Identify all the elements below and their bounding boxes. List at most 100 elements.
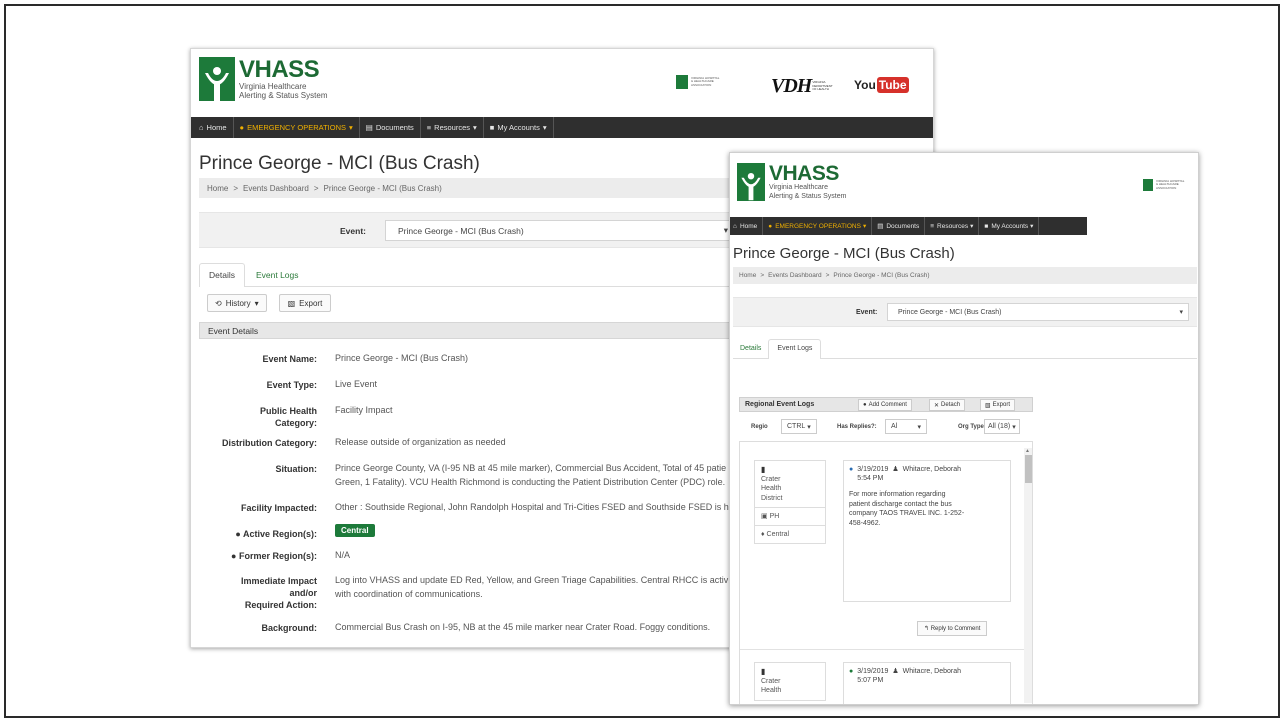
background-value: Commercial Bus Crash on I-95, NB at the … <box>335 622 711 632</box>
comment-author: Whitacre, Deborah <box>902 466 962 473</box>
nav-home[interactable]: ⌂ Home <box>730 217 764 235</box>
public-health-value: Facility Impact <box>335 405 393 415</box>
ph-icon: ▣ <box>761 512 768 520</box>
vdh-line-3: OF HEALTH <box>812 87 829 92</box>
user-icon: ♟ <box>892 466 899 473</box>
vhha-logo[interactable]: VIRGINIA HOSPITAL & HEALTHCARE ASSOCIATI… <box>676 75 733 89</box>
impact-line-2: with coordination of communications. <box>335 588 483 599</box>
nav-resources-label: Resources <box>434 123 471 132</box>
replies-filter-value: Al <box>891 423 898 430</box>
event-name-label: Event Name: <box>262 354 317 364</box>
event-type-label: Event Type: <box>266 380 317 390</box>
vhha-logo-icon <box>1143 179 1153 191</box>
regional-event-logs-title: Regional Event Logs <box>745 401 815 408</box>
nav-documents[interactable]: ▤ Documents <box>872 217 926 235</box>
vhass-logo-icon <box>199 57 235 101</box>
breadcrumb-home[interactable]: Home <box>207 184 228 193</box>
org-region-section: ♦ Central <box>755 526 825 543</box>
help-icon[interactable]: ● <box>231 551 236 561</box>
tab-event-logs[interactable]: Event Logs <box>768 339 822 359</box>
chevron-down-icon: ▾ <box>807 423 811 431</box>
nav-emergency-operations[interactable]: ● EMERGENCY OPERATIONS ▾ <box>234 117 360 138</box>
chevron-down-icon: ▾ <box>473 123 477 132</box>
main-navbar-2: ⌂ Home ● EMERGENCY OPERATIONS ▾ ▤ Docume… <box>730 217 1087 235</box>
org-name-line-3: District <box>761 494 783 502</box>
nav-home[interactable]: ⌂ Home <box>195 117 234 138</box>
public-health-label: Public Health Category: <box>191 405 317 429</box>
orgtype-filter-select[interactable]: All (18) ▾ <box>984 419 1020 434</box>
breadcrumb-events-dashboard[interactable]: Events Dashboard <box>768 272 821 279</box>
map-marker-icon: ♦ <box>761 530 765 538</box>
resources-icon: ≡ <box>426 123 432 132</box>
add-comment-button[interactable]: ● Add Comment <box>858 399 912 411</box>
comment-meta: ● 3/19/2019 5:07 PM ♟ Whitacre, Deborah <box>844 663 1010 686</box>
comment-line-2: patient discharge contact the bus <box>849 500 952 508</box>
former-region-label-text: Former Region(s): <box>238 551 317 561</box>
logs-scrollbar-thumb[interactable] <box>1025 455 1032 483</box>
history-button[interactable]: ⟲ History ▾ <box>207 294 267 312</box>
logs-export-button[interactable]: ▧ Export <box>980 399 1016 411</box>
breadcrumb-separator: > <box>760 272 765 279</box>
event-select[interactable]: Prince George - MCI (Bus Crash) ▾ <box>385 220 735 241</box>
building-icon: ▮ <box>761 667 766 676</box>
tab-event-logs[interactable]: Event Logs <box>245 263 310 286</box>
nav-my-accounts[interactable]: ■ My Accounts ▾ <box>484 117 554 138</box>
event-select-2[interactable]: Prince George - MCI (Bus Crash) ▾ <box>887 303 1189 321</box>
nav-emergency-operations[interactable]: ● EMERGENCY OPERATIONS ▾ <box>763 217 873 235</box>
tab-details[interactable]: Details <box>199 263 245 287</box>
event-type-value: Live Event <box>335 379 378 389</box>
chevron-down-icon: ▾ <box>862 223 867 230</box>
scroll-up-icon[interactable]: ▲ <box>1025 448 1030 454</box>
export-button[interactable]: ▧ Export <box>278 294 332 312</box>
reply-to-comment-button[interactable]: ↰ Reply to Comment <box>917 621 988 636</box>
region-filter-label: Regio <box>751 424 768 430</box>
export-button-label: Export <box>299 298 323 308</box>
building-icon: ▮ <box>761 465 766 474</box>
site-header: VHASS Virginia Healthcare Alerting & Sta… <box>191 49 933 117</box>
chevron-down-icon: ▾ <box>723 225 728 235</box>
former-region-label: ● Former Region(s): <box>191 550 317 562</box>
nav-documents[interactable]: ▤ Documents <box>360 117 421 138</box>
reply-icon: ↰ <box>924 626 930 632</box>
chevron-down-icon: ▾ <box>348 123 353 132</box>
breadcrumb-events-dashboard[interactable]: Events Dashboard <box>243 184 309 193</box>
immediate-impact-label: Immediate Impact and/or Required Action: <box>191 575 317 611</box>
logs-list[interactable]: ▮ Crater Health District ▣ PH ♦ Central … <box>739 441 1033 704</box>
logs-scrollbar[interactable]: ▲ <box>1024 448 1032 703</box>
comment-date: 3/19/2019 <box>857 466 889 473</box>
youtube-logo[interactable]: You Tube <box>854 77 909 93</box>
active-region-label: ● Active Region(s): <box>191 528 317 540</box>
nav-my-accounts[interactable]: ■ My Accounts ▾ <box>979 217 1040 235</box>
youtube-tube: Tube <box>876 77 909 93</box>
nav-resources[interactable]: ≡ Resources ▾ <box>925 217 980 235</box>
nav-documents-label: Documents <box>375 123 414 132</box>
nav-resources[interactable]: ≡ Resources ▾ <box>421 117 484 138</box>
comment-body: For more information regarding patient d… <box>844 484 1010 535</box>
page-title-2: Prince George - MCI (Bus Crash) <box>733 245 955 262</box>
vhass-logo[interactable]: VHASS Virginia Healthcare Alerting & Sta… <box>199 57 327 101</box>
distribution-value: Release outside of organization as neede… <box>335 437 506 447</box>
tab-details[interactable]: Details <box>733 339 768 358</box>
document-icon: ▤ <box>877 223 884 230</box>
impact-value: Log into VHASS and update ED Red, Yellow… <box>335 574 728 601</box>
background-label: Background: <box>261 623 317 633</box>
logs-export-label: Export <box>992 402 1011 408</box>
active-region-value: Central <box>335 524 375 538</box>
help-icon[interactable]: ● <box>235 529 240 539</box>
breadcrumb-home[interactable]: Home <box>739 272 756 279</box>
accounts-icon: ■ <box>984 222 989 230</box>
comment-line-1: For more information regarding <box>849 490 946 498</box>
detach-button[interactable]: ✕ Detach <box>929 399 966 411</box>
history-icon: ⟲ <box>215 298 222 308</box>
vhass-logo-2[interactable]: VHASS Virginia Healthcare Alerting & Sta… <box>737 163 846 201</box>
info-icon: ● <box>849 466 854 473</box>
comment-date: 3/19/2019 <box>857 668 889 675</box>
vdh-logo[interactable]: VDH VIRGINIA DEPARTMENT OF HEALTH <box>771 75 833 98</box>
chevron-down-icon: ▾ <box>1012 423 1016 431</box>
region-filter-select[interactable]: CTRL ▾ <box>781 419 817 434</box>
vhass-logo-text: VHASS Virginia Healthcare Alerting & Sta… <box>769 163 846 200</box>
detail-tabs-2: Details Event Logs <box>733 339 1197 359</box>
vhha-line-3: ASSOCIATION <box>691 82 712 87</box>
vhha-logo-2[interactable]: VIRGINIA HOSPITAL & HEALTHCARE ASSOCIATI… <box>1143 179 1196 191</box>
replies-filter-select[interactable]: Al ▾ <box>885 419 927 434</box>
